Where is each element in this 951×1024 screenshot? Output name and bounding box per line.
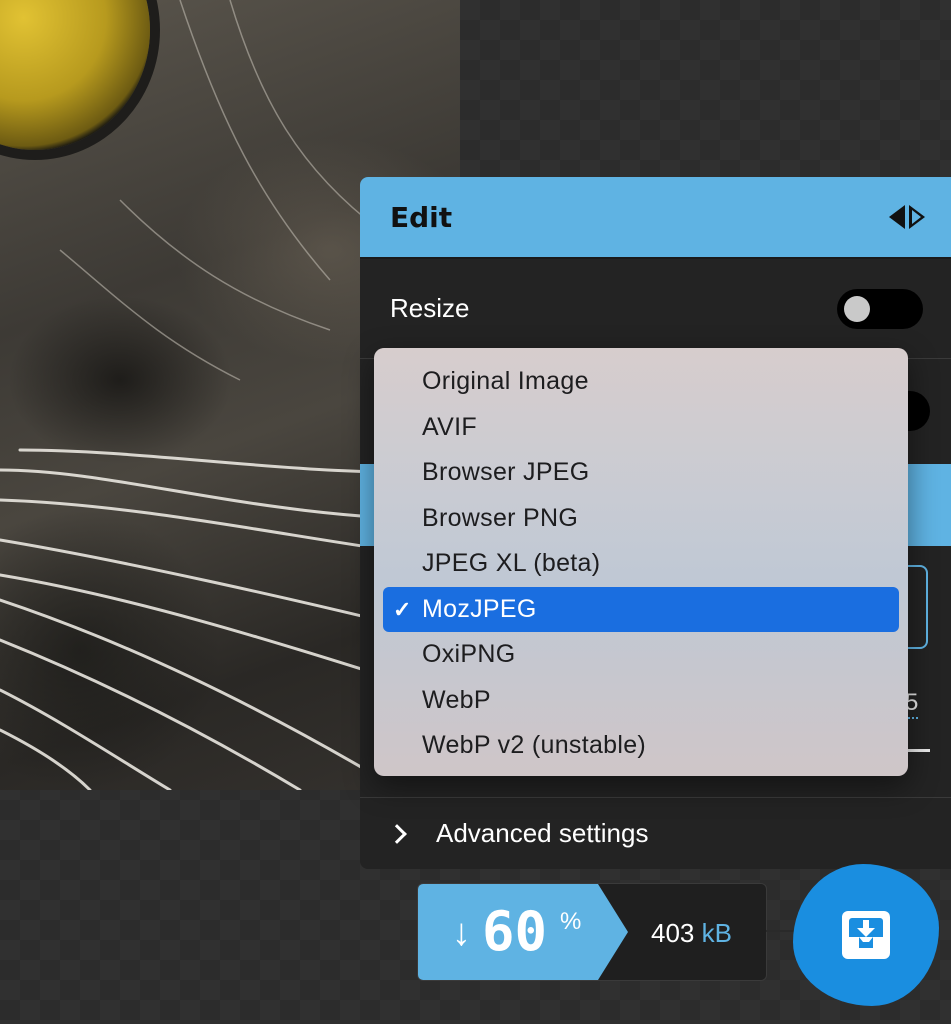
panel-title: Edit — [390, 200, 453, 234]
checkmark-icon: ✓ — [393, 596, 412, 622]
codec-option-label: MozJPEG — [422, 594, 537, 623]
resize-toggle[interactable] — [837, 288, 923, 329]
reduction-percent: 60 — [482, 900, 548, 963]
codec-option-label: OxiPNG — [422, 640, 516, 668]
download-icon — [842, 911, 890, 959]
codec-option-label: Browser JPEG — [422, 458, 590, 486]
chevron-right-icon — [387, 823, 407, 844]
codec-dropdown-menu: Original Image AVIF Browser JPEG Browser PN… — [374, 348, 908, 776]
results-bar: ↓ 60 % 403 kB — [417, 883, 767, 981]
toggle-knob — [844, 295, 870, 322]
output-size: 403 kB — [651, 918, 732, 949]
codec-option[interactable]: OxiPNG — [383, 632, 899, 678]
codec-option[interactable]: Original Image — [383, 359, 899, 405]
download-button[interactable] — [793, 864, 939, 1006]
codec-option[interactable]: WebP v2 (unstable) — [383, 723, 899, 769]
resize-label: Resize — [390, 293, 470, 323]
codec-option-label: Browser PNG — [422, 503, 579, 532]
codec-option[interactable]: JPEG XL (beta) — [383, 541, 899, 587]
quality-slider[interactable] — [908, 749, 930, 752]
size-reduction-box: ↓ 60 % — [418, 884, 628, 980]
codec-option-label: AVIF — [422, 412, 477, 441]
advanced-settings-label: Advanced settings — [436, 818, 649, 848]
resize-row: Resize — [360, 259, 951, 359]
size-unit: kB — [701, 918, 732, 948]
side-arrows-icon[interactable] — [889, 205, 925, 229]
percent-sign: % — [560, 908, 582, 935]
arrow-left-icon — [889, 205, 905, 229]
connector-line — [766, 930, 796, 932]
arrow-right-icon — [909, 205, 925, 229]
codec-option-label: WebP — [422, 685, 491, 714]
codec-option-label: WebP v2 (unstable) — [422, 731, 647, 759]
codec-option-label: Original Image — [422, 367, 589, 395]
down-arrow-icon: ↓ — [452, 912, 471, 954]
size-number: 403 — [651, 918, 695, 948]
panel-header: Edit — [360, 177, 951, 259]
codec-option[interactable]: ✓ MozJPEG — [383, 586, 899, 632]
codec-option[interactable]: Browser PNG — [383, 496, 899, 542]
codec-option[interactable]: Browser JPEG — [383, 450, 899, 496]
codec-option-label: JPEG XL (beta) — [422, 549, 601, 577]
codec-option[interactable]: AVIF — [383, 405, 899, 451]
codec-option[interactable]: WebP — [383, 678, 899, 724]
advanced-settings-toggle[interactable]: Advanced settings — [360, 797, 951, 869]
